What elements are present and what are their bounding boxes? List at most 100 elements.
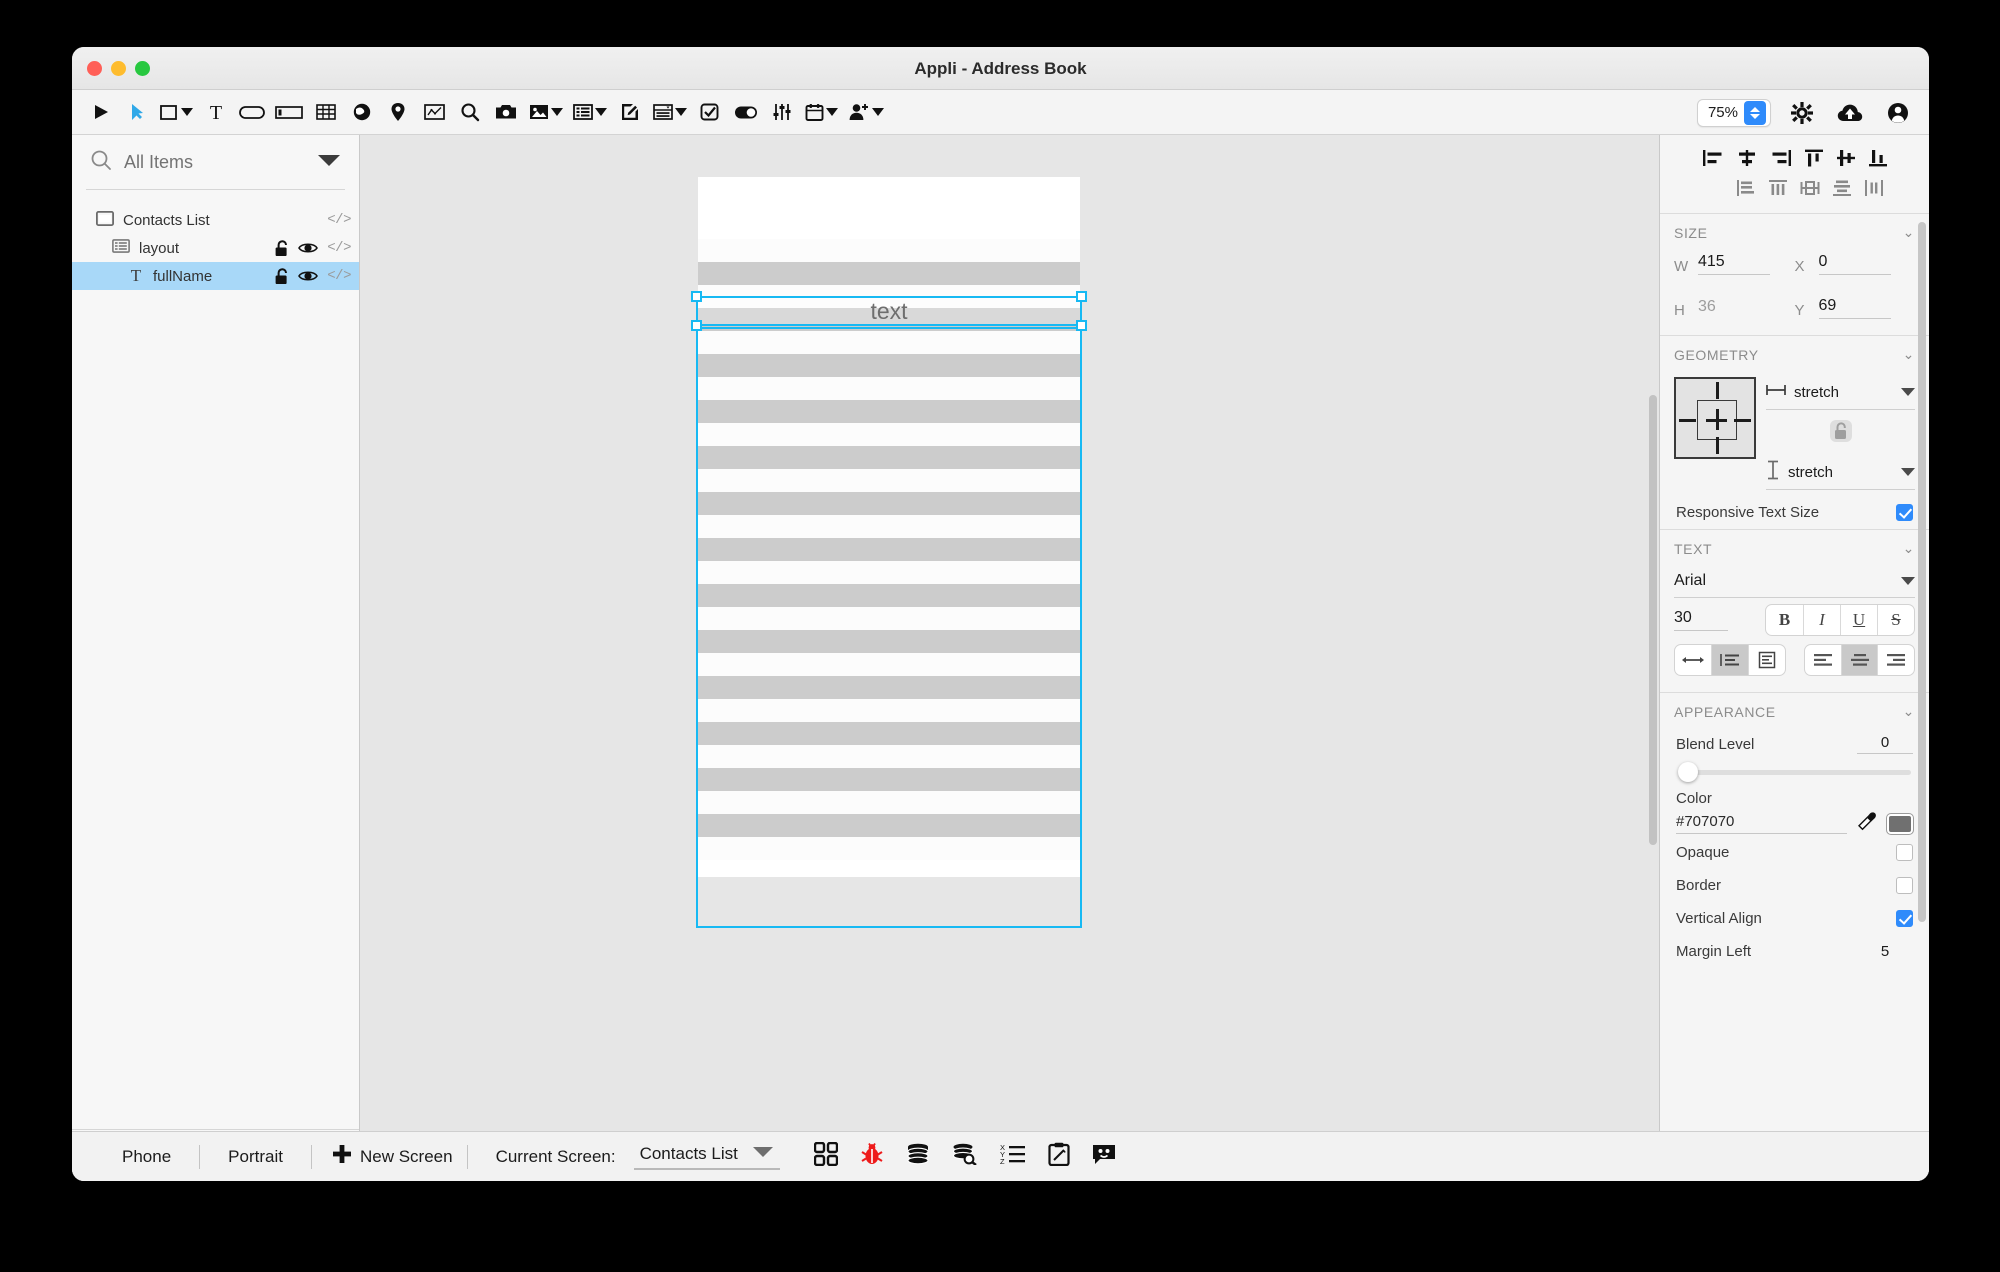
opaque-row[interactable]: Opaque [1660,836,1929,869]
inspector-scrollbar[interactable] [1918,222,1926,1052]
stepper-down-icon[interactable] [1750,113,1760,119]
zoom-button[interactable] [135,61,150,76]
variables-button[interactable]: XYZ [1000,1143,1026,1170]
height-field-group[interactable]: H 36 [1674,297,1795,319]
chevron-down-icon[interactable] [1901,468,1915,476]
canvas-vertical-scrollbar[interactable] [1647,135,1659,1159]
no-wrap-button[interactable] [1675,645,1711,675]
resize-handle-bottom-right[interactable] [1076,320,1087,331]
appearance-section-header[interactable]: APPEARANCE ⌄ [1660,693,1929,726]
font-size-input[interactable]: 30 [1674,609,1728,631]
vertical-align-checkbox[interactable] [1896,910,1913,927]
anchor-selector[interactable] [1674,377,1756,459]
list-tool[interactable] [569,96,611,128]
chevron-down-icon[interactable]: ⌄ [1903,346,1915,363]
note-tool[interactable] [613,96,647,128]
anchor-top-strut[interactable] [1716,382,1719,399]
resize-handle-top-left[interactable] [691,291,702,302]
resize-handle-top-right[interactable] [1076,291,1087,302]
input-field-tool[interactable] [271,96,307,128]
visibility-eye-icon[interactable] [298,269,319,283]
chevron-down-icon[interactable] [1901,388,1915,396]
strikethrough-button[interactable]: S [1877,605,1914,635]
width-field-group[interactable]: W 415 [1674,253,1795,275]
chevron-down-icon[interactable] [551,108,563,116]
tree-item-contacts-list[interactable]: Contacts List </> [72,206,359,234]
text-align-right-button[interactable] [1877,645,1914,675]
map-tool[interactable] [381,96,415,128]
search-input[interactable]: All Items [124,152,305,173]
bold-button[interactable]: B [1766,605,1803,635]
eyedropper-icon[interactable] [1857,811,1877,836]
canvas-vertical-scroll-thumb[interactable] [1649,395,1657,845]
sliders-tool[interactable] [765,96,799,128]
distribute-spacing-icon[interactable] [1864,179,1884,202]
horizontal-sizing-row[interactable]: stretch [1766,377,1915,407]
blend-level-value[interactable]: 0 [1857,734,1913,754]
vertical-sizing-row[interactable]: stretch [1766,457,1915,487]
margin-left-row[interactable]: Margin Left 5 [1660,935,1929,968]
color-swatch[interactable] [1886,812,1914,835]
font-family-row[interactable]: Arial [1660,563,1929,598]
x-input[interactable]: 0 [1818,253,1891,275]
vertical-sizing-value[interactable]: stretch [1788,464,1893,481]
query-database-button[interactable] [952,1143,978,1170]
minimize-button[interactable] [111,61,126,76]
text-tool[interactable]: T [199,96,233,128]
code-icon[interactable]: </> [327,268,351,284]
account-button[interactable] [1881,97,1915,129]
run-button[interactable] [84,96,118,128]
database-button[interactable] [906,1143,930,1170]
code-icon[interactable]: </> [327,240,351,256]
underline-button[interactable]: U [1840,605,1877,635]
button-tool[interactable] [235,96,269,128]
form-tool[interactable] [649,96,691,128]
checkbox-tool[interactable] [693,96,727,128]
new-screen-button[interactable]: New Screen [312,1144,467,1169]
anchor-left-strut[interactable] [1679,419,1696,422]
border-row[interactable]: Border [1660,869,1929,902]
chevron-down-icon[interactable] [1901,577,1915,585]
debug-button[interactable] [860,1142,884,1171]
filter-dropdown-icon[interactable] [317,153,341,172]
anchor-center-horizontal[interactable] [1706,419,1727,422]
resize-handle-bottom-left[interactable] [691,320,702,331]
align-center-horizontal-icon[interactable] [1736,149,1758,172]
search-tool[interactable] [453,96,487,128]
chevron-down-icon[interactable] [872,108,884,116]
unlock-icon[interactable] [274,267,289,285]
italic-button[interactable]: I [1803,605,1840,635]
screens-grid-button[interactable] [813,1141,839,1171]
tree-item-layout[interactable]: layout </> [72,234,359,262]
align-left-icon[interactable] [1702,149,1724,172]
unlock-icon[interactable] [274,239,289,257]
image-tool[interactable] [525,96,567,128]
chevron-down-icon[interactable] [752,1145,774,1163]
chart-tool[interactable] [417,96,451,128]
height-input[interactable]: 36 [1698,298,1770,319]
chevron-down-icon[interactable]: ⌄ [1903,540,1915,557]
y-field-group[interactable]: Y 69 [1795,297,1916,319]
blend-level-slider[interactable] [1678,762,1911,782]
camera-tool[interactable] [489,96,523,128]
chevron-down-icon[interactable] [826,108,838,116]
border-checkbox[interactable] [1896,877,1913,894]
calendar-tool[interactable] [801,96,842,128]
chevron-down-icon[interactable]: ⌄ [1903,224,1915,241]
chevron-down-icon[interactable]: ⌄ [1903,703,1915,720]
opaque-checkbox[interactable] [1896,844,1913,861]
margin-left-input[interactable]: 5 [1857,943,1913,960]
text-section-header[interactable]: TEXT ⌄ [1660,530,1929,563]
distribute-horizontal-icon[interactable] [1768,179,1788,202]
responsive-text-size-row[interactable]: Responsive Text Size [1660,490,1929,529]
selected-text-element[interactable]: text [691,291,1087,331]
font-family-select[interactable]: Arial [1674,567,1915,595]
search-row[interactable]: All Items [72,135,359,189]
text-align-center-button[interactable] [1840,645,1878,675]
distribute-center-icon[interactable] [1800,179,1820,202]
design-canvas[interactable]: text [360,135,1659,1181]
contact-tool[interactable] [844,96,888,128]
visibility-eye-icon[interactable] [298,241,319,255]
select-tool[interactable] [120,96,154,128]
anchor-right-strut[interactable] [1734,419,1751,422]
